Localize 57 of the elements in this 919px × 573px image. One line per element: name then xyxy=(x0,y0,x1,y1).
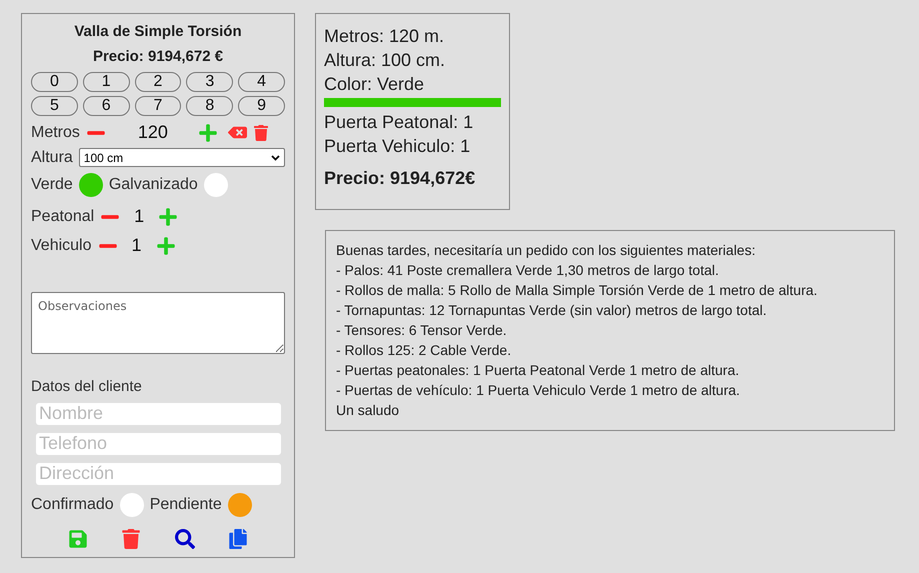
message-line: - Rollos 125: 2 Cable Verde. xyxy=(336,341,512,360)
radio-dot[interactable] xyxy=(120,493,144,517)
client-field[interactable]: Telefono xyxy=(36,432,281,455)
client-field[interactable]: Dirección xyxy=(36,462,281,485)
plus-icon[interactable] xyxy=(156,236,176,256)
message-line: - Palos: 41 Poste cremallera Verde 1,30 metros de largo total. xyxy=(336,261,720,280)
copy-icon[interactable] xyxy=(228,529,248,549)
keypad-key[interactable]: 7 xyxy=(134,96,182,116)
plus-icon[interactable] xyxy=(198,122,218,142)
message-line: - Tornapuntas: 12 Tornapuntas Verde (sin valor) metros de largo total. xyxy=(336,301,768,320)
summary-line: Altura: 100 cm. xyxy=(324,49,446,72)
option-label: Galvanizado xyxy=(108,176,198,194)
radio-dot[interactable] xyxy=(78,173,103,197)
option-label: Verde xyxy=(31,176,73,194)
keypad-key[interactable]: 0 xyxy=(31,72,78,92)
keypad-key[interactable]: 5 xyxy=(31,96,78,116)
keypad-key[interactable]: 9 xyxy=(238,96,285,116)
door-count: 1 xyxy=(132,235,142,256)
message-line: - Puertas de vehículo: 1 Puerta Vehiculo Verde 1 metro de altura. xyxy=(336,381,741,400)
keypad-key[interactable]: 1 xyxy=(82,72,130,92)
altura-select[interactable]: 100 cm xyxy=(78,148,285,167)
summary-line: Puerta Peatonal: 1 xyxy=(324,111,474,134)
keypad-key[interactable]: 3 xyxy=(186,72,234,92)
option-label: Pendiente xyxy=(150,496,222,514)
message-line: - Rollos de malla: 5 Rollo de Malla Simple Torsión Verde de 1 metro de altura. xyxy=(336,281,818,300)
client-heading: Datos del cliente xyxy=(31,378,143,395)
message-line: Buenas tardes, necesitaría un pedido con los siguientes materiales: xyxy=(336,241,756,260)
plus-icon[interactable] xyxy=(158,206,178,226)
door-label: Peatonal xyxy=(31,208,94,226)
client-field[interactable]: Nombre xyxy=(36,402,281,425)
search-icon[interactable] xyxy=(174,529,195,549)
metros-label: Metros xyxy=(31,124,80,142)
trash-icon[interactable] xyxy=(121,529,142,549)
summary-line: Metros: 120 m. xyxy=(324,25,446,48)
keypad-key[interactable]: 4 xyxy=(238,72,285,92)
price-text: Precio: 9194,672 € xyxy=(92,48,224,65)
metros-value: 120 xyxy=(138,122,168,143)
keypad-key[interactable]: 2 xyxy=(134,72,182,92)
summary-price: Precio: 9194,672€ xyxy=(324,168,476,189)
door-label: Vehiculo xyxy=(31,236,92,254)
door-count: 1 xyxy=(134,206,144,227)
form-title: Valla de Simple Torsión xyxy=(73,23,243,40)
option-label: Confirmado xyxy=(31,496,114,514)
save-icon[interactable] xyxy=(68,529,88,549)
message-line: - Tensores: 6 Tensor Verde. xyxy=(336,321,508,340)
keypad-key[interactable]: 6 xyxy=(82,96,130,116)
message-line: - Puertas peatonales: 1 Puerta Peatonal Verde 1 metro de altura. xyxy=(336,361,740,380)
altura-label: Altura xyxy=(31,148,73,166)
notes-field[interactable]: Observaciones xyxy=(31,292,285,354)
summary-line: Color: Verde xyxy=(324,73,426,96)
radio-dot[interactable] xyxy=(228,493,252,517)
caret-icon xyxy=(271,154,280,160)
summary-line: Puerta Vehiculo: 1 xyxy=(324,135,472,158)
message-line: Un saludo xyxy=(336,401,400,420)
keypad-key[interactable]: 8 xyxy=(186,96,234,116)
trash-icon[interactable] xyxy=(252,124,269,140)
radio-dot[interactable] xyxy=(204,173,228,197)
